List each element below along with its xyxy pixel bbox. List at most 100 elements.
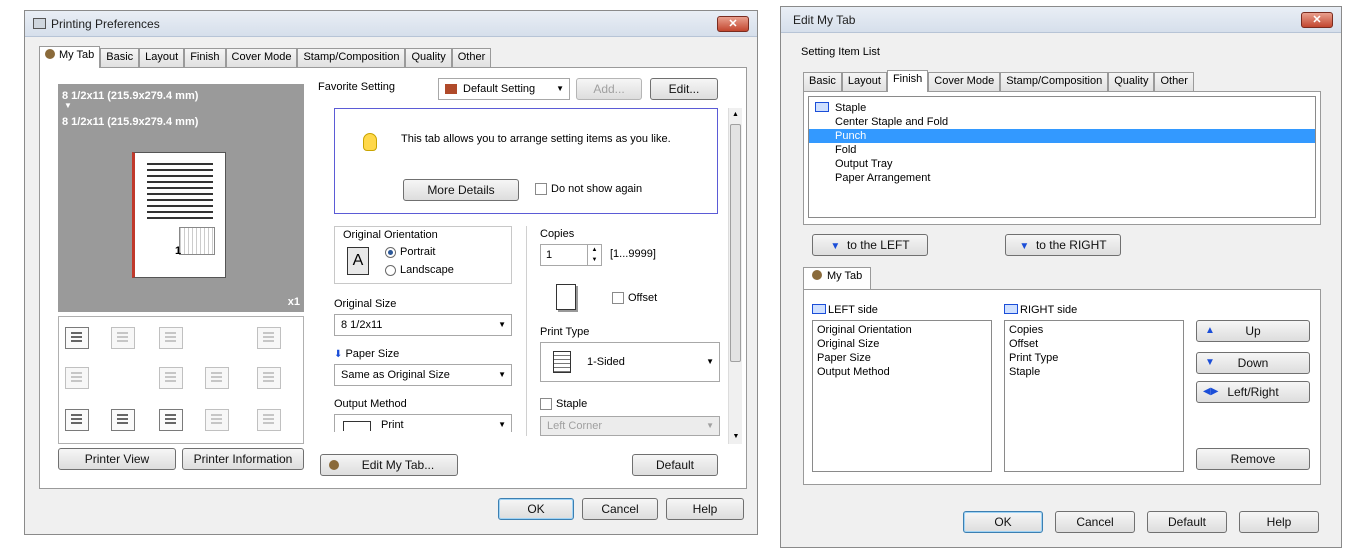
- list-item-punch[interactable]: Punch: [809, 129, 1315, 143]
- list-item-staple[interactable]: Staple: [809, 101, 1315, 115]
- portrait-radio[interactable]: [385, 247, 396, 258]
- ok-button[interactable]: OK: [498, 498, 574, 520]
- default-button[interactable]: Default: [632, 454, 718, 476]
- tab-quality[interactable]: Quality: [1108, 72, 1155, 91]
- tab-strip: My Tab Basic Layout Finish Cover Mode St…: [39, 46, 492, 68]
- preview-page: 1: [132, 152, 226, 278]
- favorite-setting-dropdown[interactable]: Default Setting ▼: [438, 78, 570, 100]
- staple-dropdown[interactable]: Left Corner ▼: [540, 416, 720, 436]
- print-type-dropdown[interactable]: 1-Sided ▼: [540, 342, 720, 382]
- more-details-button[interactable]: More Details: [403, 179, 519, 201]
- tab-other[interactable]: Other: [451, 48, 492, 67]
- cancel-button[interactable]: Cancel: [1055, 511, 1135, 533]
- close-button[interactable]: ✕: [717, 16, 749, 32]
- offset-label: Offset: [628, 292, 658, 304]
- tab-my-tab[interactable]: My Tab: [39, 46, 101, 68]
- chevron-down-icon: ▼: [498, 320, 506, 329]
- edit-my-tab-window: Edit My Tab ✕ Setting Item List Basic La…: [780, 6, 1342, 548]
- printer-view-button[interactable]: Printer View: [58, 448, 176, 470]
- printing-preferences-window: Printing Preferences ✕ My Tab Basic Layo…: [24, 10, 758, 535]
- default-button[interactable]: Default: [1147, 511, 1227, 533]
- list-item[interactable]: Offset: [1005, 337, 1183, 351]
- right-side-list[interactable]: Copies Offset Print Type Staple: [1004, 320, 1184, 472]
- remove-button[interactable]: Remove: [1196, 448, 1310, 470]
- scroll-up-icon[interactable]: ▲: [729, 108, 742, 122]
- user-icon: [329, 460, 339, 470]
- offset-checkbox[interactable]: [612, 292, 624, 304]
- tab-basic[interactable]: Basic: [100, 48, 140, 67]
- list-item-center-staple-and-fold[interactable]: Center Staple and Fold: [809, 115, 1315, 129]
- tab-layout[interactable]: Layout: [139, 48, 185, 67]
- paper-size-arrow-icon: ⬇: [334, 349, 343, 360]
- ok-button[interactable]: OK: [963, 511, 1043, 533]
- list-item[interactable]: Original Size: [813, 337, 991, 351]
- do-not-show-again-checkbox[interactable]: [535, 183, 547, 195]
- user-icon: [812, 270, 822, 280]
- add-button[interactable]: Add...: [576, 78, 642, 100]
- list-item-paper-arrangement[interactable]: Paper Arrangement: [809, 171, 1315, 185]
- tab-finish[interactable]: Finish: [886, 70, 929, 92]
- cancel-button[interactable]: Cancel: [582, 498, 658, 520]
- setting-item-list-label: Setting Item List: [801, 46, 880, 58]
- copies-label: Copies: [540, 228, 575, 240]
- paper-size-dropdown[interactable]: Same as Original Size ▼: [334, 364, 512, 386]
- original-size-label: Original Size: [334, 298, 397, 310]
- tab-layout[interactable]: Layout: [841, 72, 887, 91]
- left-right-button[interactable]: ◀▶ Left/Right: [1196, 381, 1310, 403]
- copies-stepper[interactable]: 1 ▲ ▼: [540, 244, 602, 266]
- tab-basic[interactable]: Basic: [803, 72, 842, 91]
- settings-scrollbar[interactable]: ▲ ▼: [728, 108, 742, 444]
- chevron-down-icon: ▼: [706, 421, 714, 430]
- up-button[interactable]: ▲ Up: [1196, 320, 1310, 342]
- landscape-radio[interactable]: [385, 265, 396, 276]
- staple-checkbox[interactable]: [540, 398, 552, 410]
- scroll-thumb[interactable]: [730, 124, 741, 362]
- list-item[interactable]: Print Type: [1005, 351, 1183, 365]
- edit-button[interactable]: Edit...: [650, 78, 718, 100]
- tab-other[interactable]: Other: [1154, 72, 1194, 91]
- tab-quality[interactable]: Quality: [405, 48, 452, 67]
- copies-range: [1...9999]: [610, 248, 656, 260]
- help-button[interactable]: Help: [1239, 511, 1319, 533]
- left-side-list[interactable]: Original Orientation Original Size Paper…: [812, 320, 992, 472]
- printer-icon: [33, 18, 46, 29]
- list-item[interactable]: Output Method: [813, 365, 991, 379]
- title-bar[interactable]: Edit My Tab ✕: [781, 7, 1341, 33]
- down-button[interactable]: ▼ Down: [1196, 352, 1310, 374]
- portrait-label: Portrait: [400, 246, 436, 258]
- title-bar[interactable]: Printing Preferences ✕: [25, 11, 757, 37]
- list-item[interactable]: Paper Size: [813, 351, 991, 365]
- tab-stamp-composition[interactable]: Stamp/Composition: [297, 48, 406, 67]
- edit-my-tab-button[interactable]: Edit My Tab...: [320, 454, 458, 476]
- list-item-output-tray[interactable]: Output Tray: [809, 157, 1315, 171]
- tab-my-tab[interactable]: My Tab: [803, 267, 872, 289]
- setting-item-list[interactable]: Staple Center Staple and Fold Punch Fold…: [808, 96, 1316, 218]
- output-method-icon: [343, 421, 371, 431]
- printer-information-button[interactable]: Printer Information: [182, 448, 304, 470]
- punch-icon: [111, 327, 135, 349]
- column-divider: [526, 226, 527, 436]
- close-button[interactable]: ✕: [1301, 12, 1333, 28]
- stepper-up-icon[interactable]: ▲: [587, 245, 601, 255]
- preview-text-lines: [147, 163, 213, 221]
- rotate-icon: [257, 327, 281, 349]
- page-icon: [257, 409, 281, 431]
- print-type-label: Print Type: [540, 326, 590, 338]
- favorite-setting-icon: [445, 84, 457, 94]
- to-the-right-button[interactable]: ▼ to the RIGHT: [1005, 234, 1121, 256]
- list-item[interactable]: Copies: [1005, 323, 1183, 337]
- output-method-dropdown[interactable]: Print ▼: [334, 414, 512, 432]
- list-item-fold[interactable]: Fold: [809, 143, 1315, 157]
- list-item[interactable]: Original Orientation: [813, 323, 991, 337]
- arrow-down-icon: ▼: [830, 241, 841, 252]
- stepper-down-icon[interactable]: ▼: [587, 255, 601, 265]
- tab-cover-mode[interactable]: Cover Mode: [225, 48, 298, 67]
- original-size-dropdown[interactable]: 8 1/2x11 ▼: [334, 314, 512, 336]
- scroll-down-icon[interactable]: ▼: [729, 430, 743, 444]
- tab-stamp-composition[interactable]: Stamp/Composition: [1000, 72, 1109, 91]
- tab-cover-mode[interactable]: Cover Mode: [928, 72, 1001, 91]
- list-item[interactable]: Staple: [1005, 365, 1183, 379]
- help-button[interactable]: Help: [666, 498, 744, 520]
- tab-finish[interactable]: Finish: [184, 48, 226, 67]
- to-the-left-button[interactable]: ▼ to the LEFT: [812, 234, 928, 256]
